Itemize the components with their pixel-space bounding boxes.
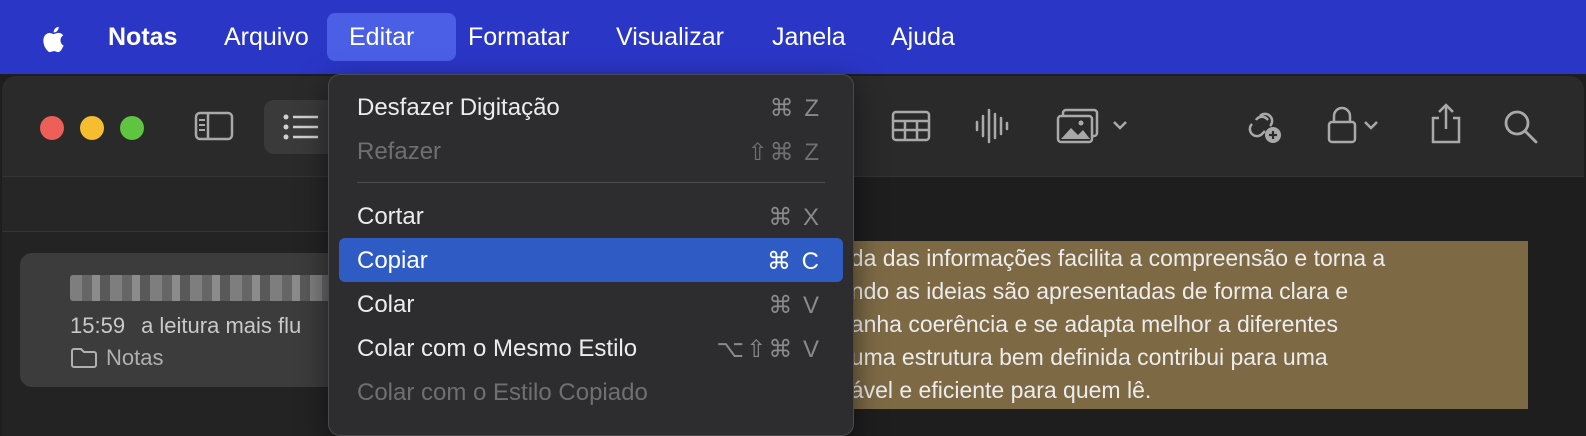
menu-item-copy[interactable]: Copiar ⌘ C <box>339 238 843 282</box>
media-icon[interactable] <box>1055 108 1135 144</box>
list-view-icon <box>283 114 318 140</box>
menu-app-notas[interactable]: Notas <box>86 13 199 61</box>
zoom-window-button[interactable] <box>120 116 144 140</box>
menu-item-shortcut: ⌘ X <box>768 204 821 231</box>
menu-item-label: Colar com o Estilo Copiado <box>357 379 648 406</box>
menu-item-paste-copied-style: Colar com o Estilo Copiado <box>339 370 843 414</box>
menu-item-shortcut: ⌘ Z <box>769 95 821 122</box>
editor-text-line[interactable]: ganha coerência e se adapta melhor a dif… <box>838 311 1338 338</box>
menu-janela[interactable]: Janela <box>750 13 868 61</box>
note-list-item[interactable]: 15:59 a leitura mais flu Notas <box>20 253 350 387</box>
menu-item-label: Colar <box>357 291 415 318</box>
apple-logo-icon[interactable] <box>38 22 70 56</box>
editor-text-line[interactable]: ando as ideias são apresentadas de forma… <box>838 278 1348 305</box>
menu-item-paste[interactable]: Colar ⌘ V <box>339 282 843 326</box>
menu-ajuda[interactable]: Ajuda <box>869 13 977 61</box>
menu-bar: Notas Arquivo Editar Formatar Visualizar… <box>0 0 1586 74</box>
menu-editar[interactable]: Editar <box>327 13 456 61</box>
table-icon[interactable] <box>890 109 932 143</box>
audio-waveform-icon[interactable] <box>972 106 1012 146</box>
note-folder: Notas <box>70 345 163 371</box>
notes-sidebar: 15:59 a leitura mais flu Notas <box>2 176 350 436</box>
menu-item-label: Refazer <box>357 138 442 165</box>
collaborate-icon[interactable] <box>1242 106 1286 146</box>
menu-item-shortcut: ⌥⇧⌘ V <box>716 336 821 363</box>
menu-item-label: Copiar <box>357 247 428 274</box>
note-meta: 15:59 a leitura mais flu <box>70 313 301 339</box>
menu-formatar[interactable]: Formatar <box>446 13 591 61</box>
menu-item-label: Cortar <box>357 203 424 230</box>
sidebar-toggle-icon[interactable] <box>194 110 234 142</box>
menu-item-shortcut: ⌘ C <box>767 248 821 275</box>
menu-item-label: Colar com o Mesmo Estilo <box>357 335 638 362</box>
note-time: 15:59 <box>70 313 126 338</box>
editor-text-line[interactable]: ada das informações facilita a compreens… <box>838 245 1385 272</box>
folder-icon <box>71 348 97 368</box>
note-preview: a leitura mais flu <box>141 313 302 338</box>
lock-icon[interactable] <box>1325 104 1391 146</box>
close-window-button[interactable] <box>40 116 64 140</box>
menu-item-undo[interactable]: Desfazer Digitação ⌘ Z <box>339 85 843 129</box>
editor-text-line[interactable]: , uma estrutura bem definida contribui p… <box>838 344 1328 371</box>
sidebar-header <box>2 177 332 232</box>
note-folder-label: Notas <box>106 345 164 370</box>
menu-item-paste-match-style[interactable]: Colar com o Mesmo Estilo ⌥⇧⌘ V <box>339 326 843 370</box>
edit-menu-dropdown: Desfazer Digitação ⌘ Z Refazer ⇧⌘ Z Cort… <box>328 74 854 436</box>
menu-separator <box>357 182 825 183</box>
menu-visualizar[interactable]: Visualizar <box>594 13 746 61</box>
editor-text-line[interactable]: dável e eficiente para quem lê. <box>838 377 1151 404</box>
menu-arquivo[interactable]: Arquivo <box>202 13 331 61</box>
menu-item-cut[interactable]: Cortar ⌘ X <box>339 194 843 238</box>
redacted-note-title <box>70 275 340 301</box>
share-icon[interactable] <box>1428 102 1464 146</box>
minimize-window-button[interactable] <box>80 116 104 140</box>
menu-item-shortcut: ⇧⌘ Z <box>747 139 821 166</box>
menu-item-redo: Refazer ⇧⌘ Z <box>339 129 843 173</box>
menu-item-label: Desfazer Digitação <box>357 94 560 121</box>
menu-item-shortcut: ⌘ V <box>768 292 821 319</box>
search-icon[interactable] <box>1502 108 1540 146</box>
